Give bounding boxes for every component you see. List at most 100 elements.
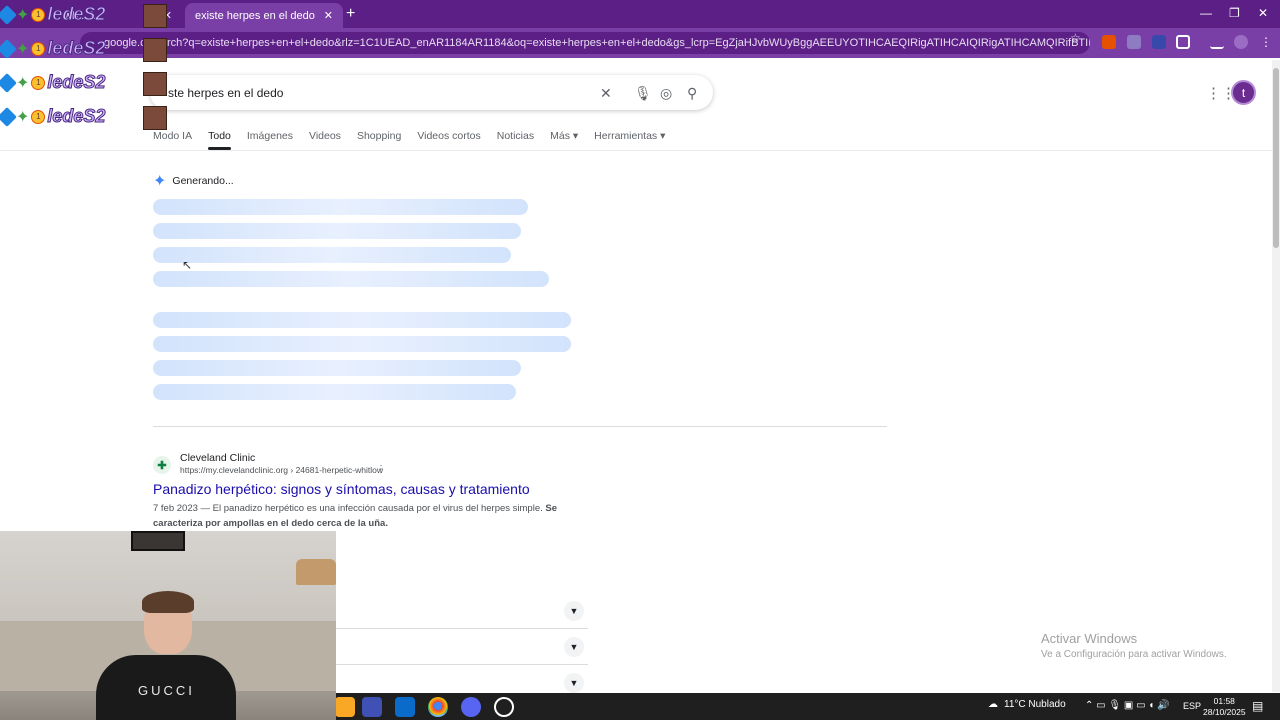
taskbar-clock[interactable]: 01:58 28/10/2025 [1203,696,1246,718]
cleveland-clinic-favicon: ✚ [153,456,171,474]
lamp [296,559,336,585]
new-tab-button[interactable]: + [346,5,355,23]
overlay-username: ledeS2 [47,4,106,25]
overlay-username: ledeS2 [47,106,106,127]
tab-mas-label: Más [550,130,570,142]
ai-overview-header: ✦ Generando... [153,171,234,191]
extensions-puzzle-icon[interactable] [1176,35,1190,49]
coin-icon: 1 [31,75,46,90]
loading-skeleton-line [153,199,528,215]
search-query-text: ste herpes en el dedo [168,85,284,100]
weather-widget[interactable]: ☁ 11°C Nublado [988,699,1066,710]
emote-face-image [143,4,167,28]
file-explorer-icon[interactable] [335,697,355,717]
related-question-row[interactable]: ▼ [336,593,588,629]
store-icon[interactable] [362,697,382,717]
weather-text: 11°C Nublado [1004,699,1066,710]
tab-videos-cortos[interactable]: Videos cortos [417,130,480,142]
account-avatar[interactable]: t [1231,80,1256,105]
media-control-icon[interactable] [1210,35,1224,49]
result-title-link[interactable]: Panadizo herpético: signos y síntomas, c… [153,481,530,497]
coin-icon: 1 [31,41,46,56]
tab-herramientas-label: Herramientas [594,130,658,142]
result-menu-icon[interactable]: ⋮ [376,464,386,475]
star-icon: ✦ [16,74,30,92]
scrollbar-thumb[interactable] [1273,68,1279,248]
address-bar[interactable]: google.co...arch?q=existe+herpes+en+el+d… [80,32,1090,54]
loading-skeleton-line [153,312,571,328]
close-window-button[interactable]: ✕ [1258,6,1268,20]
chevron-down-icon[interactable]: ▼ [564,637,584,657]
tab-imagenes[interactable]: Imágenes [247,130,293,142]
tab-title: existe herpes en el dedo - Busc [195,9,318,22]
overlay-username: ledeS2 [47,72,106,93]
tab-modo-ia[interactable]: Modo IA [153,130,192,142]
result-url[interactable]: https://my.clevelandclinic.org › 24681-h… [180,465,383,475]
watermark-subtitle: Ve a Configuración para activar Windows. [1041,649,1227,660]
browser-tab-strip: wh... I... ✕ existe herpes en el dedo - … [0,0,1280,28]
cloud-icon: ☁ [988,699,998,710]
menu-dots-icon[interactable]: ⋮ [1260,35,1274,49]
lens-search-icon[interactable]: ◎ [660,85,672,102]
browser-tab-active[interactable]: existe herpes en el dedo - Busc ✕ [185,3,343,28]
extension-icon[interactable] [1102,35,1116,49]
tabs-divider [0,150,1272,151]
minimize-button[interactable]: — [1200,6,1212,20]
mouse-cursor-icon: ↖ [182,258,193,272]
outlook-icon[interactable] [395,697,415,717]
restore-button[interactable]: ❐ [1229,6,1240,20]
wall-painting [131,531,185,551]
gem-icon [0,106,17,127]
language-indicator[interactable]: ESP [1183,701,1201,711]
section-divider [153,426,887,427]
close-tab-icon[interactable]: ✕ [324,9,333,22]
result-site-name[interactable]: Cleveland Clinic [180,452,255,464]
snippet-text: 7 feb 2023 — El panadizo herpético es un… [153,503,546,514]
profile-avatar-icon[interactable] [1234,35,1248,49]
chevron-down-icon[interactable]: ▼ [564,601,584,621]
obs-icon[interactable] [494,697,514,717]
clear-search-icon[interactable]: ✕ [600,85,612,102]
chevron-down-icon[interactable]: ▼ [564,673,584,693]
extension-icon[interactable] [1127,35,1141,49]
overlay-username: ledeS2 [47,38,106,59]
search-icon[interactable]: ⚲ [687,85,697,102]
extension-icon[interactable] [1152,35,1166,49]
notifications-icon[interactable]: ▤ [1252,699,1263,713]
browser-toolbar: google.co...arch?q=existe+herpes+en+el+d… [0,28,1280,58]
gemini-spark-icon: ✦ [153,173,167,190]
loading-skeleton-line [153,247,511,263]
tab-herramientas[interactable]: Herramientas ▾ [594,130,665,142]
loading-skeleton-line [153,360,521,376]
result-snippet: 7 feb 2023 — El panadizo herpético es un… [153,501,573,531]
tab-noticias[interactable]: Noticias [497,130,534,142]
ai-overview-status: Generando... [172,175,234,187]
voice-search-icon[interactable]: 🎙 [634,85,652,102]
gem-icon [0,72,17,93]
loading-skeleton-line [153,271,549,287]
emote-face-image [143,106,167,130]
tab-mas[interactable]: Más ▾ [550,130,578,142]
tab-videos[interactable]: Videos [309,130,341,142]
search-input[interactable]: ste herpes en el dedo ✕ 🎙 ◎ ⚲ [150,75,713,110]
windows-activation-watermark: Activar Windows Ve a Configuración para … [1041,631,1227,660]
gem-icon [0,38,17,59]
coin-icon: 1 [31,109,46,124]
emote-face-image [143,72,167,96]
stream-alert-row: ✦ 1 ledeS2 [0,72,106,93]
system-tray-icons[interactable]: ⌃ ▭ 🎙 ▣ ▭ ◖ 🔊 [1085,700,1170,711]
emote-face-image [143,38,167,62]
coin-icon: 1 [31,7,46,22]
stream-alert-row: ✦ 1 ledeS2 [0,4,106,25]
star-icon: ✦ [16,108,30,126]
avatar-letter: t [1241,85,1246,100]
related-question-row[interactable]: ▼ [336,629,588,665]
watermark-title: Activar Windows [1041,631,1138,646]
shirt-logo-text: GUCCI [138,683,195,698]
tab-shopping[interactable]: Shopping [357,130,401,142]
stream-alert-row: ✦ 1 ledeS2 [0,106,106,127]
clock-time: 01:58 [1213,696,1235,706]
tab-todo[interactable]: Todo [208,130,231,150]
chrome-taskbar-icon[interactable] [428,697,448,717]
discord-icon[interactable] [461,697,481,717]
